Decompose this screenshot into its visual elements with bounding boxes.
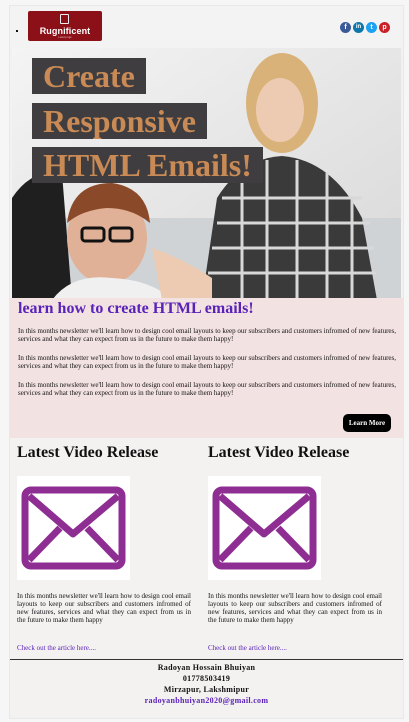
stray-dot <box>16 30 18 32</box>
email-header: Rugnificent Luxury rugs f in t p <box>10 6 403 48</box>
footer-email-link[interactable]: radoyanbhuiyan2020@gmail.com <box>10 695 403 706</box>
video-heading: Latest Video Release <box>17 444 159 461</box>
envelope-icon[interactable] <box>208 476 321 580</box>
video-heading: Latest Video Release <box>208 444 350 461</box>
intro-paragraph: In this months newsletter we'll learn ho… <box>18 354 396 370</box>
footer-phone: 01778503419 <box>182 674 231 683</box>
hero-title-line-2: Responsive <box>32 103 207 139</box>
footer-name: Radoyan Hossain Bhuiyan <box>157 663 256 672</box>
intro-paragraph: In this months newsletter we'll learn ho… <box>18 327 396 343</box>
intro-paragraph: In this months newsletter we'll learn ho… <box>18 381 396 397</box>
email-footer: Radoyan Hossain Bhuiyan 01778503419 Mirz… <box>10 659 403 718</box>
social-links: f in t p <box>340 22 390 33</box>
hero-title-line-1: Create <box>32 58 146 94</box>
intro-section: learn how to create HTML emails! In this… <box>10 298 403 438</box>
hero-title-line-3: HTML Emails! <box>32 147 263 183</box>
video-column-right: Latest Video Release In this months news… <box>208 444 382 652</box>
hero-banner: Create Responsive HTML Emails! <box>12 48 401 300</box>
logo[interactable]: Rugnificent Luxury rugs <box>28 11 102 41</box>
facebook-icon[interactable]: f <box>340 22 351 33</box>
logo-mark-icon <box>60 14 69 24</box>
logo-tagline: Luxury rugs <box>58 36 72 39</box>
twitter-icon[interactable]: t <box>366 22 377 33</box>
email-frame: Rugnificent Luxury rugs f in t p Create … <box>10 6 403 718</box>
learn-more-button[interactable]: Learn More <box>343 414 391 432</box>
video-description: In this months newsletter we'll learn ho… <box>17 592 191 624</box>
footer-address: Mirzapur, Lakshmipur <box>163 685 250 694</box>
logo-text: Rugnificent <box>39 26 91 36</box>
video-description: In this months newsletter we'll learn ho… <box>208 592 382 624</box>
linkedin-icon[interactable]: in <box>353 22 364 33</box>
envelope-icon[interactable] <box>17 476 130 580</box>
article-link[interactable]: Check out the article here.... <box>17 644 96 652</box>
article-link[interactable]: Check out the article here.... <box>208 644 287 652</box>
intro-heading: learn how to create HTML emails! <box>18 300 254 317</box>
pinterest-icon[interactable]: p <box>379 22 390 33</box>
video-column-left: Latest Video Release In this months news… <box>17 444 191 652</box>
